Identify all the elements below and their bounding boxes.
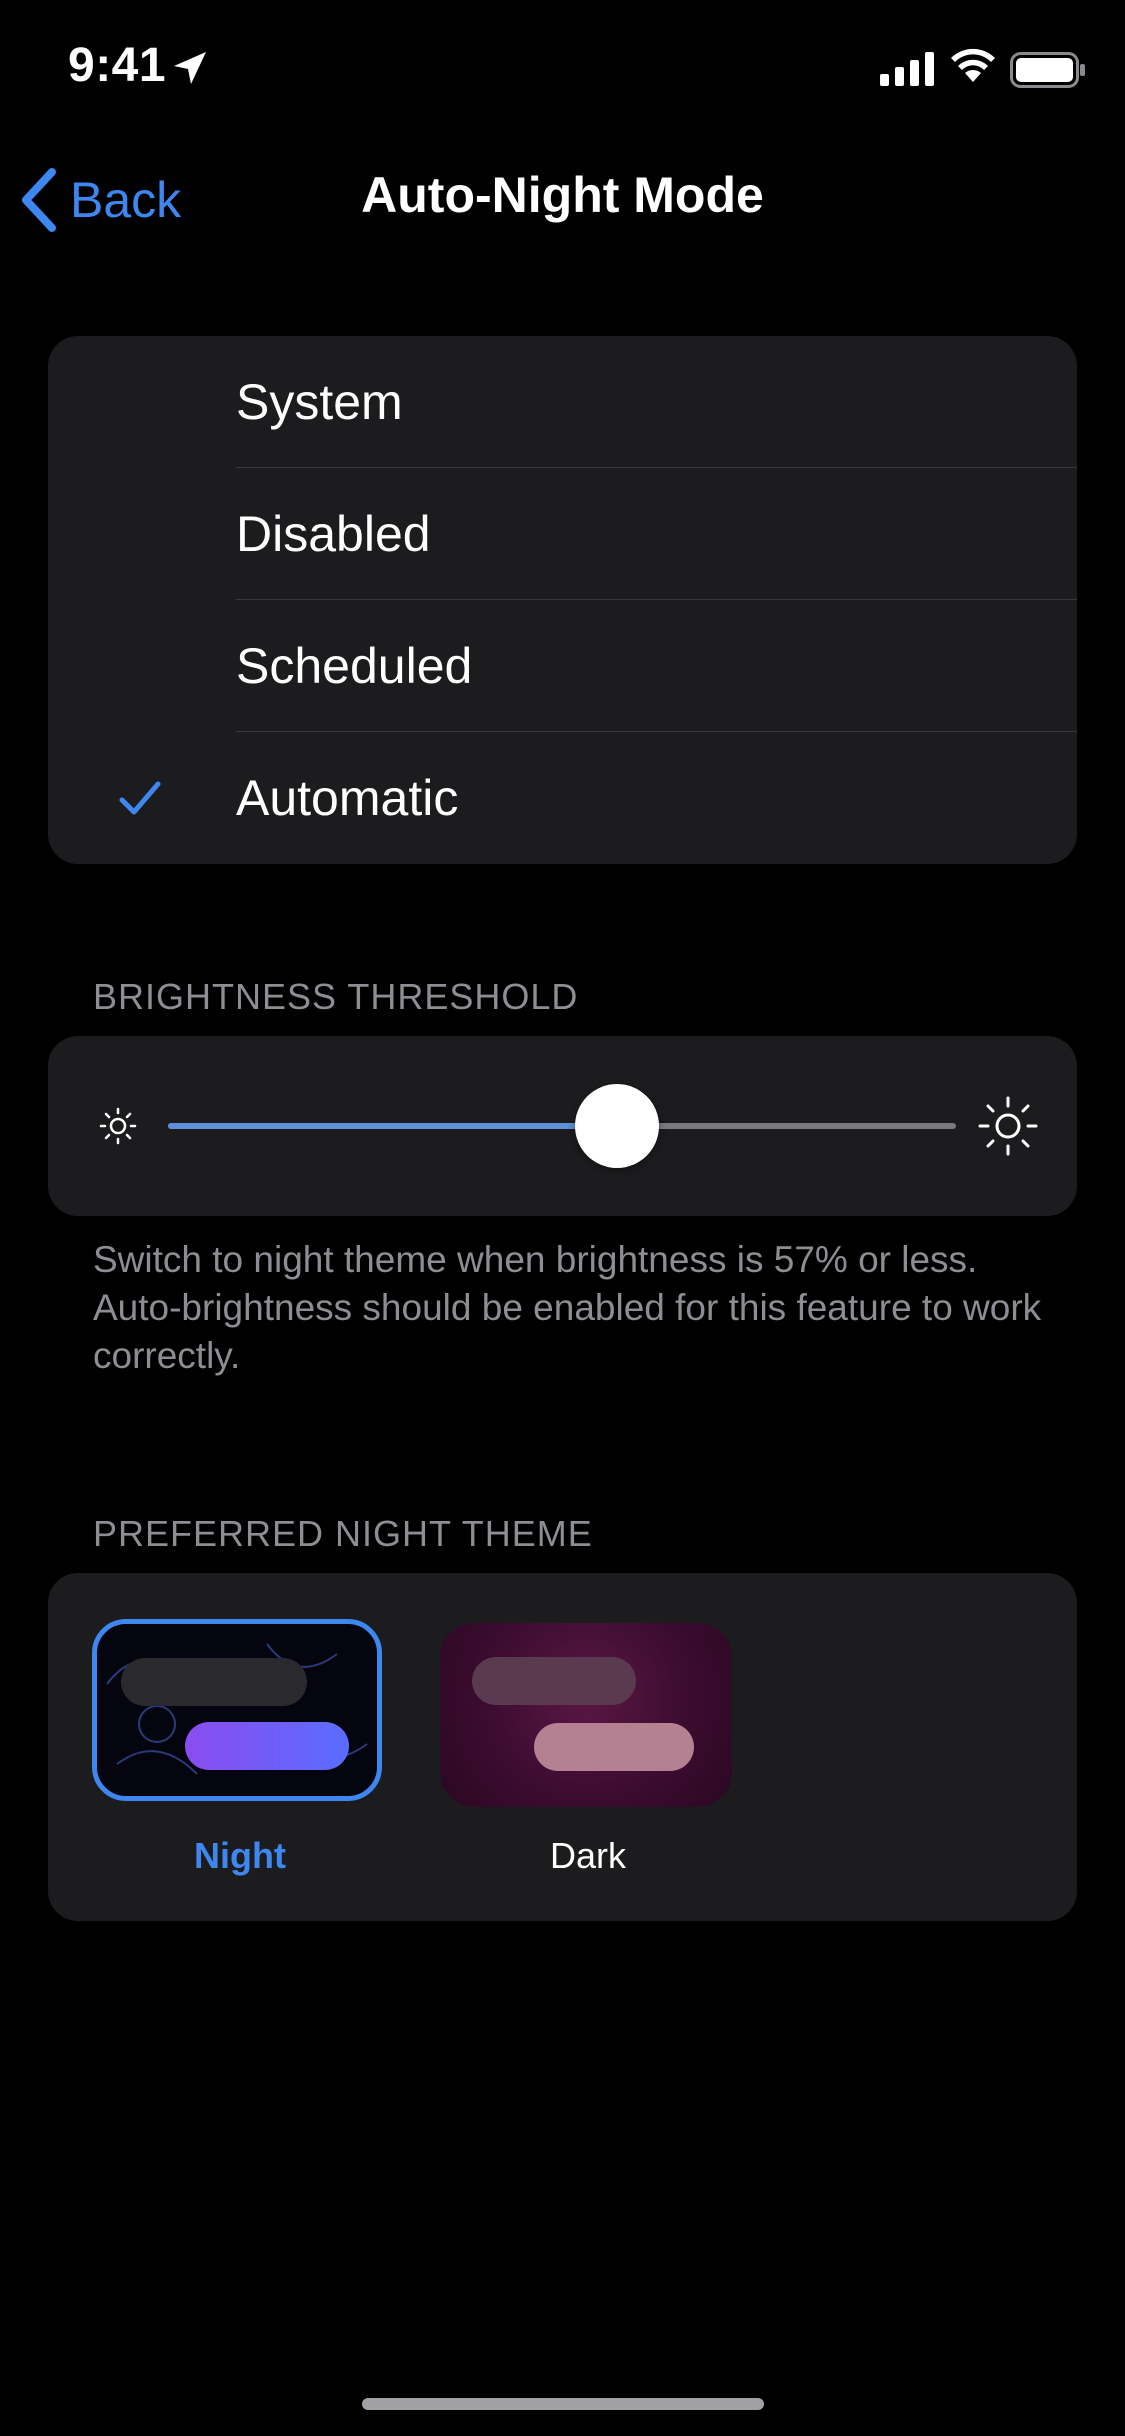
dark-theme-preview (440, 1623, 732, 1807)
checkmark-icon (119, 781, 161, 815)
mode-option-automatic[interactable]: Automatic (48, 732, 1077, 864)
theme-label-night: Night (194, 1835, 286, 1876)
wifi-icon (951, 48, 995, 82)
mode-label: Automatic (236, 770, 459, 826)
sun-low-icon (99, 1107, 137, 1145)
page-title: Auto-Night Mode (361, 167, 764, 223)
mode-label: System (236, 374, 403, 430)
home-indicator (362, 2398, 764, 2410)
brightness-section-header: BRIGHTNESS THRESHOLD (93, 976, 579, 1017)
theme-label-dark: Dark (549, 1835, 626, 1876)
mode-option-disabled[interactable]: Disabled (48, 468, 1077, 600)
outgoing-bubble (185, 1722, 349, 1770)
status-time: 9:41 (68, 39, 167, 92)
battery-icon (1010, 52, 1085, 88)
outgoing-bubble (534, 1723, 694, 1771)
brightness-description: Switch to night theme when brightness is… (93, 1239, 1042, 1376)
theme-option-night[interactable]: Night (92, 1619, 388, 1876)
sun-high-icon (978, 1096, 1038, 1156)
mode-option-scheduled[interactable]: Scheduled (48, 600, 1077, 732)
theme-option-dark[interactable]: Dark (440, 1619, 736, 1876)
location-arrow-icon (174, 52, 206, 84)
night-pattern-graphic (106, 1643, 368, 1775)
brightness-slider-thumb[interactable] (575, 1084, 660, 1168)
mode-list: System Disabled Scheduled Automatic (48, 336, 1077, 864)
theme-picker: Night Dark (48, 1573, 1077, 1921)
mode-option-system[interactable]: System (48, 336, 1077, 468)
brightness-slider-group (48, 1036, 1077, 1216)
brightness-slider-fill (168, 1123, 618, 1129)
night-theme-preview (92, 1619, 382, 1801)
incoming-bubble (121, 1658, 307, 1706)
mode-label: Scheduled (236, 638, 473, 694)
cellular-signal-icon (880, 52, 934, 86)
mode-label: Disabled (236, 506, 431, 562)
brightness-slider-track[interactable] (168, 1123, 956, 1129)
incoming-bubble (472, 1657, 636, 1705)
theme-section-header: PREFERRED NIGHT THEME (93, 1513, 593, 1554)
